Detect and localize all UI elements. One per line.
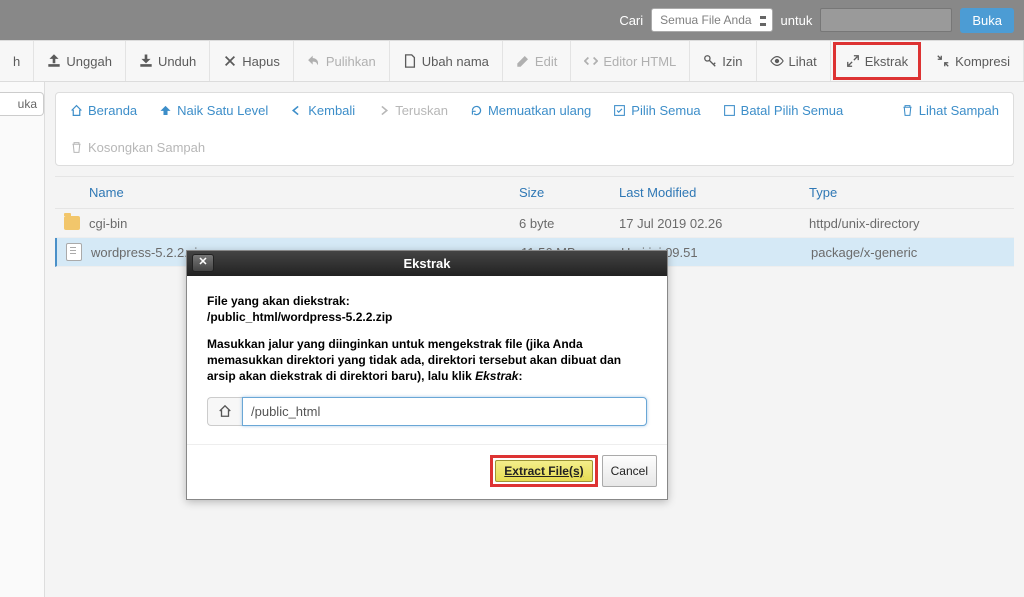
extract-files-label: Extract File(s) [504,464,583,478]
col-size-header[interactable]: Size [519,185,619,200]
dialog-close-button[interactable]: ✕ [192,254,214,272]
search-go-label: Buka [972,13,1002,28]
view-button[interactable]: Lihat [757,41,831,81]
search-scope-dropdown[interactable]: Semua File Anda [651,8,772,32]
dialog-file-label: File yang akan diekstrak: [207,294,647,308]
col-modified-header[interactable]: Last Modified [619,185,809,200]
edit-button[interactable]: Edit [503,41,571,81]
reload-icon [470,104,483,117]
undo-icon [307,54,321,68]
rename-button[interactable]: Ubah nama [390,41,503,81]
download-label: Unduh [158,54,196,69]
checkbox-icon [613,104,626,117]
col-type-header[interactable]: Type [809,185,1014,200]
download-button[interactable]: Unduh [126,41,210,81]
extract-path-input[interactable] [242,397,647,426]
file-icon [403,54,417,68]
compress-button[interactable]: Kompresi [923,41,1024,81]
search-scope-value: Semua File Anda [660,13,751,27]
empty-trash-link[interactable]: Kosongkan Sampah [70,140,205,155]
file-icon [66,243,82,261]
search-bar: Cari Semua File Anda untuk Buka [0,0,1024,40]
code-icon [584,54,598,68]
expand-icon [846,54,860,68]
upload-icon [47,54,61,68]
eye-icon [770,54,784,68]
search-label: Cari [619,13,643,28]
trash-icon [901,104,914,117]
upload-button[interactable]: Unggah [34,41,126,81]
edit-label: Edit [535,54,557,69]
side-tab[interactable]: uka [0,92,44,116]
search-go-button[interactable]: Buka [960,8,1014,33]
extract-files-button[interactable]: Extract File(s) [495,460,592,482]
dialog-file-path: /public_html/wordpress-5.2.2.zip [207,310,647,324]
restore-button[interactable]: Pulihkan [294,41,390,81]
html-editor-button[interactable]: Editor HTML [571,41,690,81]
home-icon [218,404,232,418]
search-for-label: untuk [781,13,813,28]
dialog-title-bar: ✕ Ekstrak [187,251,667,276]
x-icon [223,54,237,68]
empty-checkbox-icon [723,104,736,117]
nav-row: Beranda Naik Satu Level Kembali Teruskan… [55,92,1014,166]
html-editor-label: Editor HTML [603,54,676,69]
arrow-right-icon [377,104,390,117]
view-trash-link[interactable]: Lihat Sampah [901,103,999,118]
cell-modified: 17 Jul 2019 02.26 [619,216,809,231]
side-column: uka [0,82,45,597]
compress-label: Kompresi [955,54,1010,69]
cell-type: package/x-generic [811,245,1014,260]
table-header: Name Size Last Modified Type [55,177,1014,209]
home-icon [70,104,83,117]
extract-button[interactable]: Ekstrak [833,42,921,80]
upload-label: Unggah [66,54,112,69]
restore-label: Pulihkan [326,54,376,69]
delete-label: Hapus [242,54,280,69]
search-input[interactable] [820,8,952,32]
cell-size: 6 byte [519,216,619,231]
trash-icon [70,141,83,154]
cell-type: httpd/unix-directory [809,216,1014,231]
up-one-level-link[interactable]: Naik Satu Level [159,103,268,118]
arrow-left-icon [290,104,303,117]
col-name-header[interactable]: Name [55,185,519,200]
forward-link[interactable]: Teruskan [377,103,448,118]
dialog-title: Ekstrak [404,256,451,271]
back-link[interactable]: Kembali [290,103,355,118]
compress-icon [936,54,950,68]
folder-icon [64,216,80,230]
delete-button[interactable]: Hapus [210,41,294,81]
unselect-all-link[interactable]: Batal Pilih Semua [723,103,844,118]
path-home-button[interactable] [207,397,242,426]
main-toolbar: h Unggah Unduh Hapus Pulihkan Ubah nama … [0,40,1024,82]
cancel-button[interactable]: Cancel [602,455,657,487]
rename-label: Ubah nama [422,54,489,69]
view-label: Lihat [789,54,817,69]
extract-label: Ekstrak [865,54,908,69]
download-icon [139,54,153,68]
table-row[interactable]: cgi-bin 6 byte 17 Jul 2019 02.26 httpd/u… [55,209,1014,238]
cell-name: cgi-bin [89,216,519,231]
permissions-button[interactable]: Izin [690,41,756,81]
up-icon [159,104,172,117]
reload-link[interactable]: Memuatkan ulang [470,103,591,118]
select-all-link[interactable]: Pilih Semua [613,103,700,118]
toolbar-partial: h [0,41,34,81]
cancel-label: Cancel [611,464,648,478]
home-link[interactable]: Beranda [70,103,137,118]
key-icon [703,54,717,68]
pencil-icon [516,54,530,68]
extract-dialog: ✕ Ekstrak File yang akan diekstrak: /pub… [186,250,668,500]
dialog-description: Masukkan jalur yang diinginkan untuk men… [207,336,647,385]
permissions-label: Izin [722,54,742,69]
